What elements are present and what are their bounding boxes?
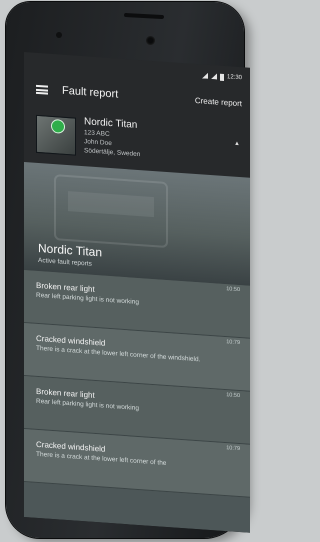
status-ok-icon [51, 118, 65, 134]
page-title: Fault report [62, 84, 119, 101]
menu-icon[interactable] [36, 84, 48, 95]
truck-image [54, 174, 168, 249]
proximity-sensor [56, 32, 62, 38]
fault-description: There is a crack at the lower left corne… [36, 450, 167, 467]
vehicle-name: Nordic Titan [84, 116, 138, 131]
fault-description: There is a crack at the lower left corne… [36, 344, 201, 364]
vehicle-hero: Nordic Titan Active fault reports [24, 162, 250, 286]
status-bar: 12:30 [202, 70, 242, 83]
battery-icon [219, 73, 224, 81]
fault-time: 10:79 [226, 445, 240, 453]
vehicle-card[interactable]: Nordic Titan 123 ABC John Doe Södertälje… [24, 108, 250, 172]
signal-icon [202, 72, 208, 78]
fault-description: Rear left parking light is not working [36, 291, 139, 307]
create-report-button[interactable]: Create report [195, 96, 242, 108]
speaker-grille [123, 12, 165, 20]
vehicle-thumbnail [36, 114, 76, 156]
fault-time: 10:79 [226, 339, 240, 347]
hero-subtitle: Active fault reports [38, 256, 92, 268]
fault-time: 10:50 [226, 286, 240, 294]
fault-description: Rear left parking light is not working [36, 397, 139, 413]
vehicle-plate: 123 ABC [84, 129, 110, 138]
fault-time: 10:50 [226, 392, 240, 400]
fault-report-list: Broken rear light Rear left parking ligh… [24, 270, 250, 533]
chevron-up-icon[interactable]: ▲ [234, 141, 240, 147]
phone-device: 12:30 Fault report Create report Nordic … [6, 2, 250, 538]
front-camera [146, 36, 155, 45]
wifi-icon [211, 73, 217, 79]
status-time: 12:30 [226, 74, 242, 82]
vehicle-driver: John Doe [84, 138, 112, 148]
app-screen: 12:30 Fault report Create report Nordic … [24, 52, 250, 533]
vehicle-location: Södertälje, Sweden [84, 147, 141, 159]
